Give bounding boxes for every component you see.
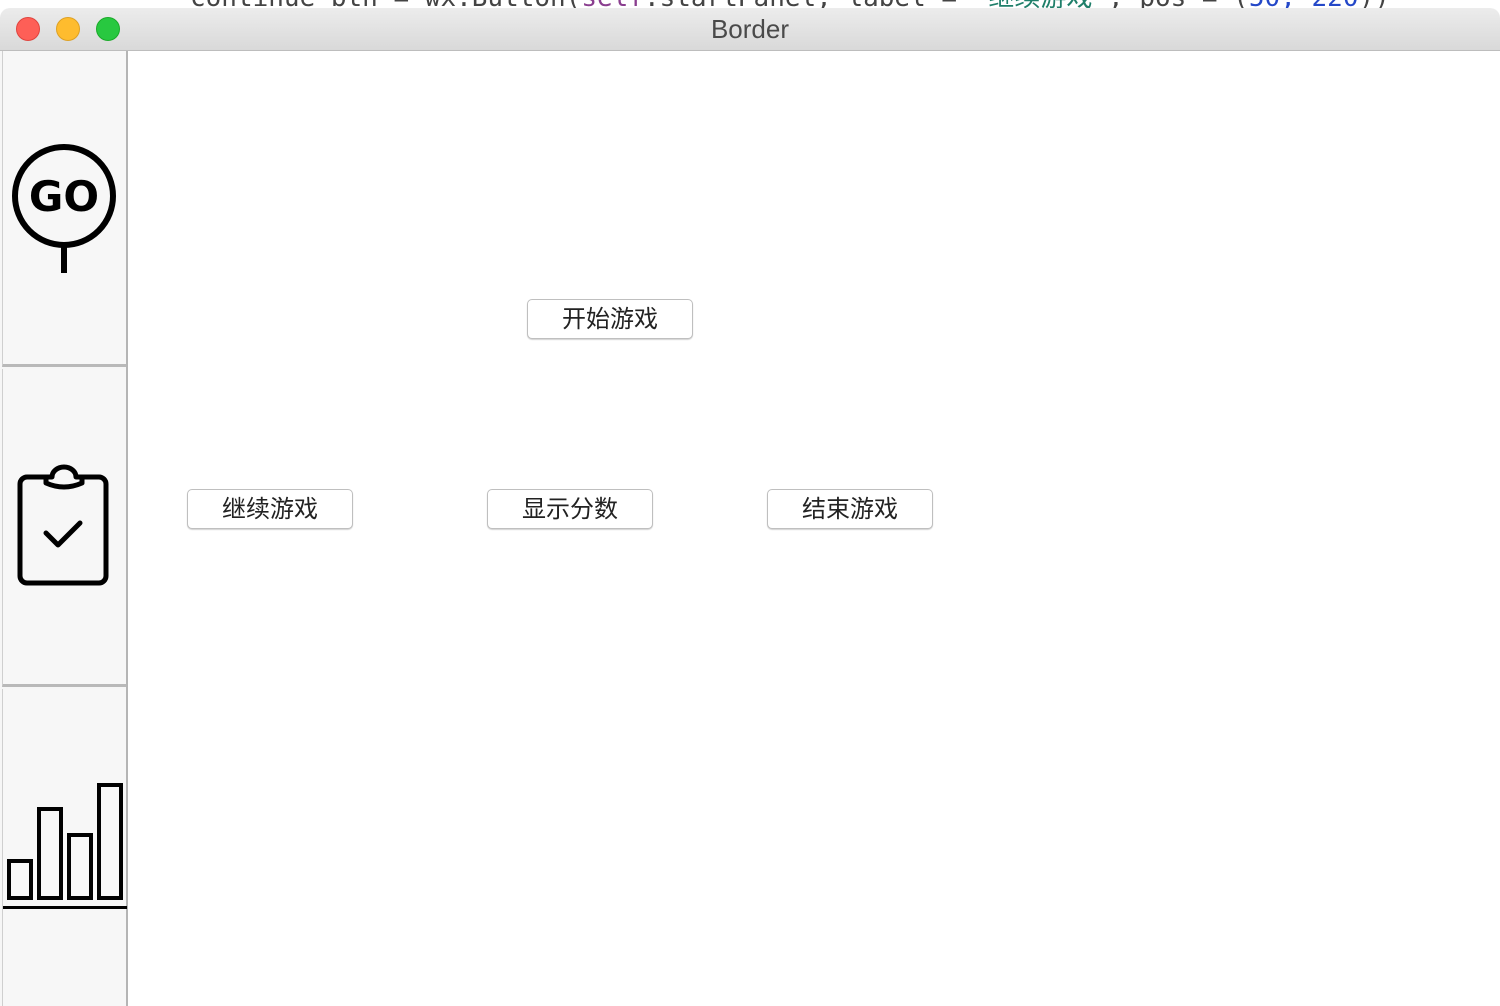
sidebar-item-start[interactable]: GO [2, 51, 126, 367]
start-game-button[interactable]: 开始游戏 [527, 299, 693, 339]
title-bar[interactable]: Border [0, 8, 1500, 51]
main-content-panel: 开始游戏 继续游戏 显示分数 结束游戏 [128, 51, 1500, 1006]
clipboard-check-icon [17, 464, 109, 586]
end-game-button[interactable]: 结束游戏 [767, 489, 933, 529]
sidebar-item-tasks[interactable] [2, 369, 126, 687]
app-window: continue_btn = wx.Button(self.startPanel… [0, 0, 1500, 1006]
sidebar: GO [0, 51, 128, 1006]
continue-game-button[interactable]: 继续游戏 [187, 489, 353, 529]
bar-chart-icon [3, 783, 127, 909]
window-title: Border [710, 14, 790, 44]
go-sign-text: GO [29, 172, 99, 221]
show-score-button[interactable]: 显示分数 [487, 489, 653, 529]
sidebar-item-stats[interactable] [2, 689, 127, 1006]
go-sign-icon: GO [12, 144, 116, 273]
